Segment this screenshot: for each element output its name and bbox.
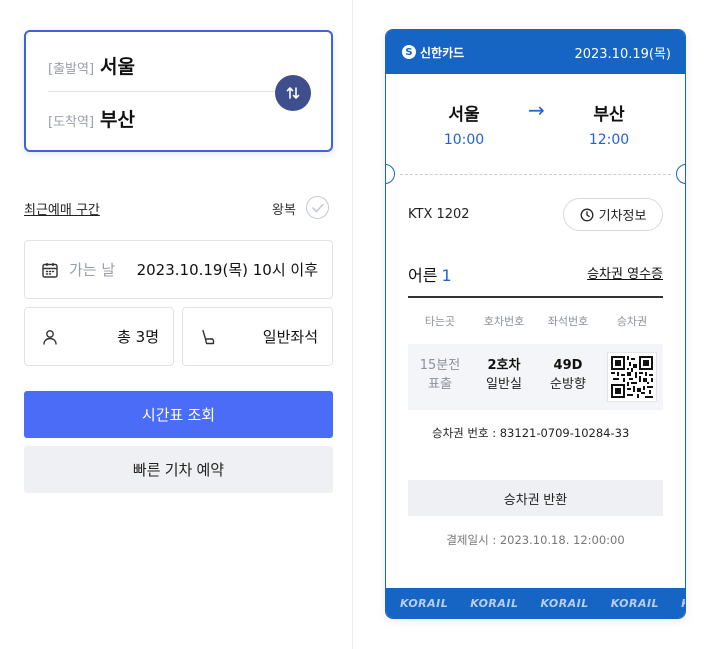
seat-number: 49D <box>553 358 583 373</box>
person-icon <box>43 329 57 345</box>
qr-code-button[interactable] <box>607 352 657 402</box>
check-icon <box>311 203 324 212</box>
seat-direction: 순방향 <box>550 377 586 392</box>
to-time: 12:00 <box>588 132 630 148</box>
train-number: KTX 1202 <box>408 207 470 222</box>
date-label: 가는 날 <box>69 261 116 279</box>
seat-cell: 49D 순방향 <box>536 356 600 394</box>
roundtrip-label: 왕복 <box>272 203 296 218</box>
panel-divider <box>352 0 353 649</box>
platform-line-1: 15분전 <box>419 358 461 373</box>
route-arrow-icon: → <box>528 98 545 122</box>
arrival-station: 부산 <box>100 109 135 131</box>
seat-type-value: 일반좌석 <box>262 328 318 346</box>
departure-station-field[interactable]: [출발역] 서울 <box>48 52 135 79</box>
car-class: 일반실 <box>486 377 522 392</box>
arrival-station-field[interactable]: [도착역] 부산 <box>48 105 135 132</box>
from-city: 서울 <box>448 105 480 125</box>
ticket-date: 2023.10.19(목) <box>574 46 671 62</box>
car-cell: 2호차 일반실 <box>472 356 536 394</box>
arrival-tag: [도착역] <box>48 115 95 130</box>
korail-logo: KORAIL <box>610 596 660 610</box>
clock-icon <box>580 208 594 221</box>
payment-datetime: 결제일시 : 2023.10.18. 12:00:00 <box>446 533 625 547</box>
perforation-line <box>400 174 671 175</box>
refund-ticket-button[interactable]: 승차권 반환 <box>408 480 663 516</box>
seat-type-field[interactable]: 일반좌석 <box>182 307 333 366</box>
card-brand-logo: S 신한카드 <box>402 44 464 61</box>
station-divider <box>48 91 291 92</box>
to-city: 부산 <box>593 105 625 125</box>
swap-icon <box>286 87 300 99</box>
passenger-summary: 어른 1 <box>408 262 452 286</box>
departure-station: 서울 <box>100 56 135 78</box>
ticket-card: S 신한카드 2023.10.19(목) 서울 10:00 → 부산 12:00… <box>385 29 686 619</box>
passenger-value: 총 3명 <box>117 328 159 346</box>
date-value: 2023.10.19(목) 10시 이후 <box>136 261 318 279</box>
departure-date-field[interactable]: 가는 날 2023.10.19(목) 10시 이후 <box>24 240 333 299</box>
platform-cell: 15분전 표출 <box>408 356 472 394</box>
passenger-field[interactable]: 총 3명 <box>24 307 174 366</box>
calendar-icon <box>42 262 58 278</box>
seat-icon <box>202 329 215 344</box>
korail-logo: KORAIL <box>470 596 519 610</box>
qr-code-icon <box>611 356 653 398</box>
from-time: 10:00 <box>443 132 485 148</box>
ticket-notch-right <box>676 164 685 184</box>
table-top-rule <box>408 296 663 298</box>
column-header-car: 호차번호 <box>483 315 525 328</box>
roundtrip-checkbox[interactable] <box>306 196 329 219</box>
column-header-platform: 타는곳 <box>424 315 456 328</box>
column-header-ticket: 승차권 <box>616 315 648 328</box>
ticket-notch-left <box>386 164 395 184</box>
shinhan-logo-icon: S <box>402 45 416 59</box>
card-brand-name: 신한카드 <box>420 45 465 60</box>
ticket-number: 승차권 번호 : 83121-0709-10284-33 <box>432 426 630 440</box>
swap-stations-button[interactable] <box>275 75 311 111</box>
ticket-receipt-link[interactable]: 승차권 영수증 <box>587 263 663 282</box>
train-info-button[interactable]: 기차정보 <box>563 198 663 231</box>
quick-booking-button[interactable]: 빠른 기차 예약 <box>24 446 333 493</box>
passenger-count: 1 <box>441 266 452 285</box>
platform-line-2: 표출 <box>428 377 452 392</box>
korail-logo: KORAIL <box>540 596 589 610</box>
car-number: 2호차 <box>487 358 521 373</box>
korail-footer-strip: KORAIL KORAIL KORAIL KORAIL KORAIL <box>386 588 685 618</box>
column-header-seat: 좌석번호 <box>547 315 589 328</box>
station-selector: [출발역] 서울 [도착역] 부산 <box>24 30 333 152</box>
recent-routes-link[interactable]: 최근예매 구간 <box>24 199 100 218</box>
departure-tag: [출발역] <box>48 62 95 77</box>
passenger-type: 어른 <box>408 266 438 285</box>
korail-logo: KORAIL <box>400 596 449 610</box>
search-timetable-button[interactable]: 시간표 조회 <box>24 391 333 438</box>
korail-logo: KORAIL <box>681 597 685 610</box>
ticket-header: S 신한카드 2023.10.19(목) <box>386 30 685 74</box>
train-info-label: 기차정보 <box>598 209 647 224</box>
